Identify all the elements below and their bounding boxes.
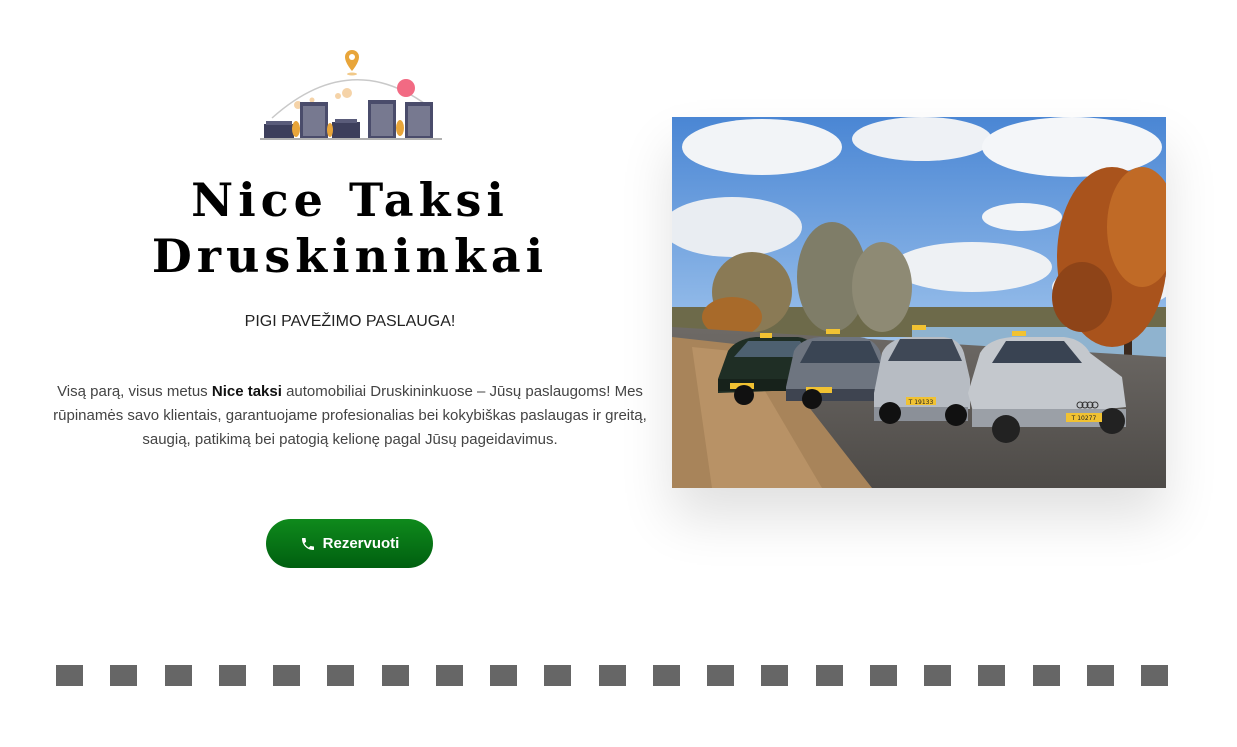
site-title: Nice Taksi Druskininkai (40, 172, 660, 284)
divider-square (436, 665, 463, 686)
divider-square (110, 665, 137, 686)
divider-square (816, 665, 843, 686)
city-logo-icon[interactable] (250, 44, 450, 144)
reserve-button-label: Rezervuoti (322, 535, 400, 552)
plate-text-1: T 19133 (908, 399, 934, 406)
tagline: PIGI PAVEŽIMO PASLAUGA! (244, 313, 456, 330)
divider-square (1141, 665, 1168, 686)
divider-square (924, 665, 951, 686)
hero-text-column: Nice Taksi Druskininkai PIGI PAVEŽIMO PA… (40, 0, 660, 600)
plate-text-2: T 10277 (1071, 415, 1097, 422)
divider-square (273, 665, 300, 686)
divider-square (382, 665, 409, 686)
divider-square (870, 665, 897, 686)
description-intro: Visą parą, visus metus (57, 383, 212, 400)
divider-square (761, 665, 788, 686)
divider-square (1087, 665, 1114, 686)
divider-square (599, 665, 626, 686)
divider-square (327, 665, 354, 686)
divider-square (1033, 665, 1060, 686)
divider-square (490, 665, 517, 686)
divider-square (56, 665, 83, 686)
phone-icon (300, 536, 316, 552)
title-line-1: Nice Taksi (191, 173, 509, 227)
divider-square (707, 665, 734, 686)
square-divider (56, 665, 1168, 686)
divider-square (219, 665, 246, 686)
reserve-button[interactable]: Rezervuoti (266, 519, 433, 568)
divider-square (544, 665, 571, 686)
title-line-2: Druskininkai (151, 229, 549, 283)
divider-square (978, 665, 1005, 686)
divider-square (653, 665, 680, 686)
divider-square (165, 665, 192, 686)
description-brand: Nice taksi (211, 383, 282, 400)
description: Visą parą, visus metus Nice taksi automo… (50, 380, 650, 452)
taxi-fleet-photo: T 19133 T 10277 (672, 117, 1166, 488)
